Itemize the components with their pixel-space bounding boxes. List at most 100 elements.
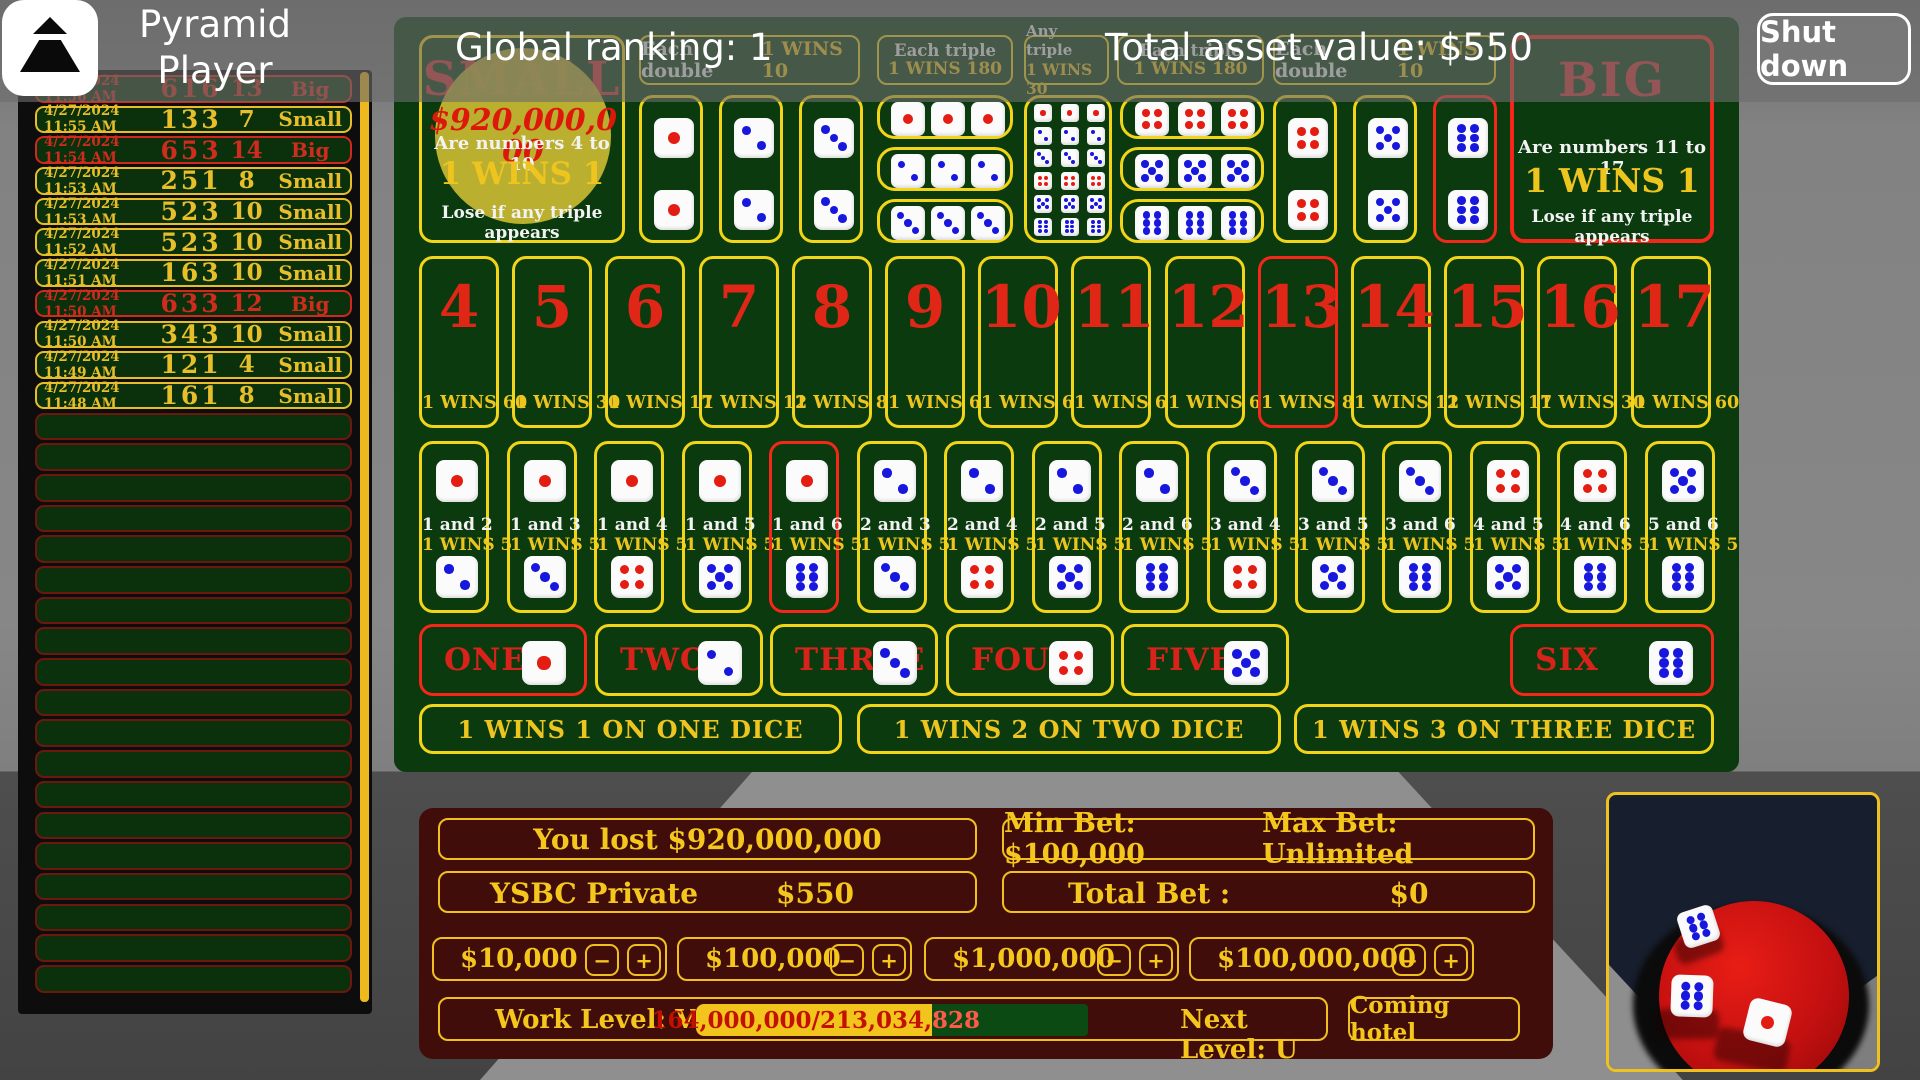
payout-strip-2: 1 WINS 2 ON TWO DICE bbox=[857, 704, 1281, 754]
die-pip bbox=[444, 564, 453, 573]
bet-number-6[interactable]: 61 WINS 17 bbox=[605, 256, 685, 428]
die-3 bbox=[1087, 149, 1105, 167]
shutdown-button[interactable]: Shut down bbox=[1757, 13, 1911, 85]
bet-combo-5-6[interactable]: 5 and 61 WINS 5 bbox=[1645, 441, 1715, 613]
bet-any-triple[interactable] bbox=[1024, 95, 1112, 243]
dice-bowl-panel[interactable] bbox=[1606, 792, 1880, 1072]
die-pip bbox=[1045, 160, 1049, 164]
die-6 bbox=[1087, 218, 1105, 236]
bet-single-five[interactable]: FIVE bbox=[1121, 624, 1289, 696]
die-pip bbox=[1185, 109, 1192, 116]
bet-number-16[interactable]: 161 WINS 30 bbox=[1537, 256, 1617, 428]
die-pip bbox=[1059, 651, 1069, 661]
die-pip bbox=[1328, 572, 1337, 581]
bet-combo-1-4[interactable]: 1 and 41 WINS 5 bbox=[594, 441, 664, 613]
bet-number-13[interactable]: 131 WINS 8 bbox=[1258, 256, 1338, 428]
bet-combo-1-3[interactable]: 1 and 31 WINS 5 bbox=[507, 441, 577, 613]
history-row-empty bbox=[35, 781, 352, 809]
big-odds-text: 1 WINS 1 bbox=[1514, 161, 1710, 200]
die-pip bbox=[1232, 667, 1242, 677]
die-pip bbox=[1241, 174, 1248, 181]
increase-bet-button[interactable]: + bbox=[627, 944, 661, 976]
bet-single-two[interactable]: TWO bbox=[595, 624, 763, 696]
bet-double-6[interactable] bbox=[1433, 95, 1497, 243]
bet-number-7[interactable]: 71 WINS 12 bbox=[699, 256, 779, 428]
bet-double-4[interactable] bbox=[1273, 95, 1337, 243]
bet-triple-5[interactable] bbox=[1120, 147, 1264, 191]
die-pip bbox=[1231, 467, 1240, 476]
bet-combo-2-5[interactable]: 2 and 51 WINS 5 bbox=[1032, 441, 1102, 613]
bet-number-12[interactable]: 121 WINS 6 bbox=[1165, 256, 1245, 428]
increase-bet-button[interactable]: + bbox=[1139, 944, 1173, 976]
die-pip bbox=[1070, 229, 1074, 233]
bet-number-14[interactable]: 141 WINS 12 bbox=[1351, 256, 1431, 428]
die-4 bbox=[961, 556, 1003, 598]
die-pip bbox=[1090, 205, 1094, 209]
app-logo[interactable] bbox=[2, 0, 98, 96]
level-box: Work Level: V 164,000,000/213,034, 828 N… bbox=[438, 997, 1328, 1041]
bet-combo-3-4[interactable]: 3 and 41 WINS 5 bbox=[1207, 441, 1277, 613]
bet-number-4[interactable]: 41 WINS 60 bbox=[419, 256, 499, 428]
bet-combo-2-6[interactable]: 2 and 61 WINS 5 bbox=[1119, 441, 1189, 613]
bet-double-1[interactable] bbox=[639, 95, 703, 243]
bet-combo-2-4[interactable]: 2 and 41 WINS 5 bbox=[944, 441, 1014, 613]
die-pip bbox=[1148, 167, 1155, 174]
increase-bet-button[interactable]: + bbox=[872, 944, 906, 976]
die-pip bbox=[1159, 563, 1168, 572]
bet-number-9[interactable]: 91 WINS 6 bbox=[885, 256, 965, 428]
decrease-bet-button[interactable]: − bbox=[1097, 944, 1131, 976]
increase-bet-button[interactable]: + bbox=[1434, 944, 1468, 976]
decrease-bet-button[interactable]: − bbox=[830, 944, 864, 976]
die-2 bbox=[891, 154, 925, 188]
bet-combo-2-3[interactable]: 2 and 31 WINS 5 bbox=[857, 441, 927, 613]
history-scrollbar-thumb[interactable] bbox=[360, 72, 369, 1002]
bet-combo-3-6[interactable]: 3 and 61 WINS 5 bbox=[1382, 441, 1452, 613]
history-time: 4/27/2024 11:50 AM bbox=[44, 288, 159, 320]
bet-combo-1-5[interactable]: 1 and 51 WINS 5 bbox=[682, 441, 752, 613]
die-pip bbox=[1376, 214, 1385, 223]
bet-single-three[interactable]: THREE bbox=[770, 624, 938, 696]
die-pip bbox=[1470, 134, 1479, 143]
bet-single-four[interactable]: FOUR bbox=[946, 624, 1114, 696]
bet-double-3[interactable] bbox=[799, 95, 863, 243]
bet-number-17[interactable]: 171 WINS 60 bbox=[1631, 256, 1711, 428]
single-label: ONE bbox=[444, 627, 526, 693]
bet-number-15[interactable]: 151 WINS 17 bbox=[1444, 256, 1524, 428]
die-pip bbox=[943, 114, 953, 124]
bet-single-one[interactable]: ONE bbox=[419, 624, 587, 696]
bet-double-5[interactable] bbox=[1353, 95, 1417, 243]
bet-single-six[interactable]: SIX bbox=[1510, 624, 1714, 696]
decrease-bet-button[interactable]: − bbox=[585, 944, 619, 976]
die-pip bbox=[1229, 227, 1236, 234]
die-pip bbox=[1681, 981, 1691, 991]
bet-triple-2[interactable] bbox=[877, 147, 1013, 191]
bet-combo-4-6[interactable]: 4 and 61 WINS 5 bbox=[1557, 441, 1627, 613]
bet-number-10[interactable]: 101 WINS 6 bbox=[978, 256, 1058, 428]
bet-combo-3-5[interactable]: 3 and 51 WINS 5 bbox=[1295, 441, 1365, 613]
bet-triple-6[interactable] bbox=[1120, 199, 1264, 243]
history-row-empty bbox=[35, 505, 352, 533]
decrease-bet-button[interactable]: − bbox=[1392, 944, 1426, 976]
bet-number-5[interactable]: 51 WINS 30 bbox=[512, 256, 592, 428]
die-pip bbox=[1320, 564, 1329, 573]
die-pip bbox=[1184, 160, 1191, 167]
bet-combo-4-5[interactable]: 4 and 51 WINS 5 bbox=[1470, 441, 1540, 613]
history-time: 4/27/2024 11:55 AM bbox=[44, 103, 159, 135]
bet-triple-3[interactable] bbox=[877, 199, 1013, 243]
history-combo: 343 bbox=[159, 320, 223, 349]
die-pip bbox=[1185, 121, 1192, 128]
combo-label: 1 and 4 bbox=[597, 515, 661, 535]
bet-number-8[interactable]: 81 WINS 8 bbox=[792, 256, 872, 428]
die-pip bbox=[1074, 564, 1083, 573]
coming-hotel-button[interactable]: Coming hotel bbox=[1348, 997, 1520, 1041]
bet-combo-1-2[interactable]: 1 and 21 WINS 5 bbox=[419, 441, 489, 613]
history-row-empty bbox=[35, 627, 352, 655]
die-pip bbox=[1250, 486, 1259, 495]
history-total: 7 bbox=[223, 106, 271, 133]
bet-combo-1-6[interactable]: 1 and 61 WINS 5 bbox=[769, 441, 839, 613]
history-result: Small bbox=[271, 353, 350, 377]
bet-number-11[interactable]: 111 WINS 6 bbox=[1071, 256, 1151, 428]
die-pip bbox=[1384, 134, 1393, 143]
die-pip bbox=[1376, 142, 1385, 151]
bet-double-2[interactable] bbox=[719, 95, 783, 243]
